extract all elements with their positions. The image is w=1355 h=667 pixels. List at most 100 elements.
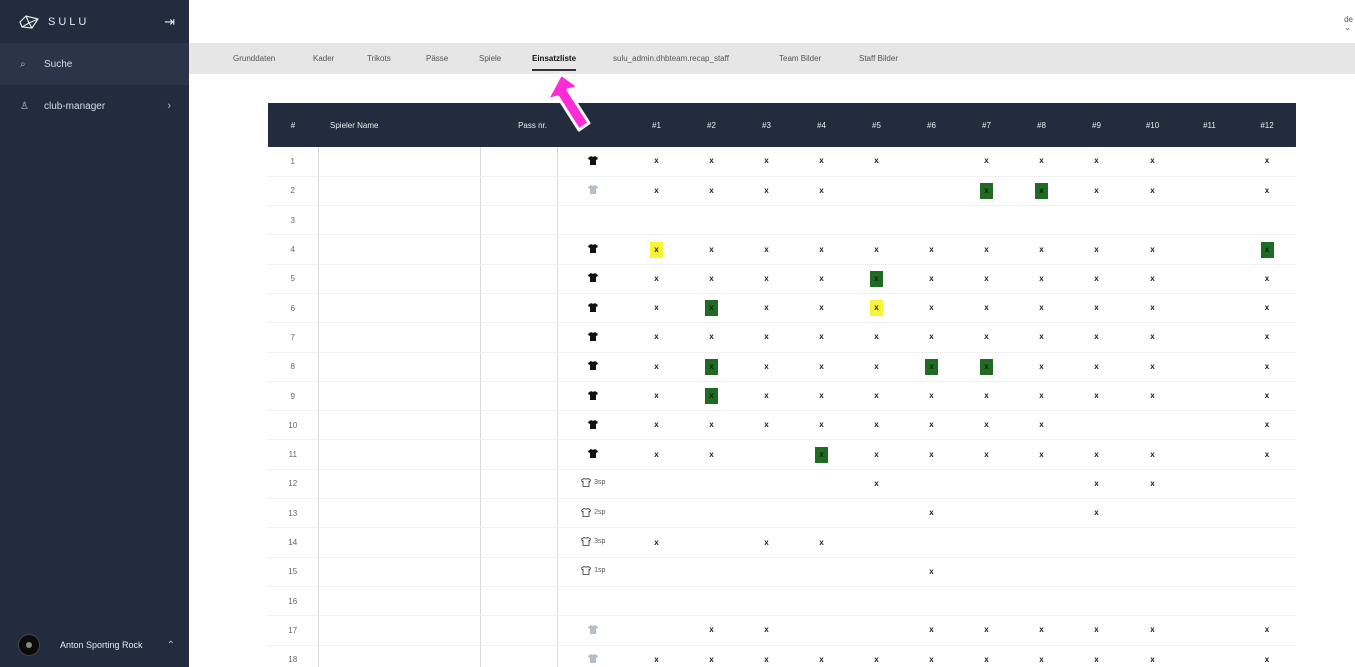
game-cell[interactable] xyxy=(739,557,794,587)
game-cell[interactable] xyxy=(1181,293,1238,324)
game-cell[interactable]: x xyxy=(1014,176,1069,207)
player-name-cell[interactable] xyxy=(317,645,481,667)
game-cell[interactable]: x xyxy=(959,264,1014,294)
game-cell[interactable]: x xyxy=(629,176,684,207)
game-cell[interactable]: x xyxy=(1238,176,1296,207)
pass-number-cell[interactable] xyxy=(480,176,558,207)
game-cell[interactable]: x xyxy=(684,645,739,667)
game-cell[interactable]: x xyxy=(849,439,904,470)
game-cell[interactable] xyxy=(904,147,959,177)
pass-number-cell[interactable] xyxy=(480,645,558,667)
game-cell[interactable] xyxy=(629,469,684,500)
player-name-cell[interactable] xyxy=(317,469,481,500)
game-cell[interactable]: x xyxy=(1014,439,1069,470)
game-cell[interactable] xyxy=(1181,322,1238,353)
user-menu[interactable]: Anton Sporting Rock ⌃ xyxy=(0,623,189,667)
game-cell[interactable] xyxy=(1181,615,1238,646)
game-cell[interactable] xyxy=(1181,205,1238,236)
player-name-cell[interactable] xyxy=(317,176,481,207)
game-cell[interactable]: x xyxy=(629,439,684,470)
game-cell[interactable]: x xyxy=(1014,147,1069,177)
game-cell[interactable]: x xyxy=(1124,469,1181,500)
game-cell[interactable] xyxy=(1181,498,1238,529)
game-cell[interactable] xyxy=(1181,352,1238,382)
game-cell[interactable] xyxy=(904,527,959,558)
game-cell[interactable] xyxy=(1124,586,1181,617)
pass-number-cell[interactable] xyxy=(480,322,558,353)
game-cell[interactable]: x xyxy=(1124,176,1181,207)
game-cell[interactable]: x xyxy=(629,147,684,177)
game-cell[interactable] xyxy=(1181,469,1238,500)
game-cell[interactable] xyxy=(794,586,849,617)
game-cell[interactable]: x xyxy=(904,322,959,353)
game-cell[interactable]: x xyxy=(1069,293,1124,324)
game-cell[interactable]: x xyxy=(959,293,1014,324)
game-cell[interactable]: x xyxy=(849,410,904,441)
game-cell[interactable]: x xyxy=(1238,439,1296,470)
game-cell[interactable]: x xyxy=(904,381,959,412)
game-cell[interactable]: x xyxy=(629,410,684,441)
pass-number-cell[interactable] xyxy=(480,352,558,382)
game-cell[interactable]: x xyxy=(1014,234,1069,265)
game-cell[interactable] xyxy=(684,586,739,617)
game-cell[interactable] xyxy=(849,557,904,587)
game-cell[interactable]: x xyxy=(739,234,794,265)
game-cell[interactable] xyxy=(1238,498,1296,529)
game-cell[interactable]: x xyxy=(849,645,904,667)
game-cell[interactable]: x xyxy=(1014,352,1069,382)
player-name-cell[interactable] xyxy=(317,264,481,294)
game-cell[interactable]: x xyxy=(1124,381,1181,412)
game-cell[interactable]: x xyxy=(629,264,684,294)
game-cell[interactable]: x xyxy=(794,352,849,382)
game-cell[interactable]: x xyxy=(959,439,1014,470)
game-cell[interactable] xyxy=(1069,557,1124,587)
tab-spiele[interactable]: Spiele xyxy=(479,44,501,74)
game-cell[interactable] xyxy=(794,469,849,500)
game-cell[interactable] xyxy=(959,469,1014,500)
game-cell[interactable]: x xyxy=(794,410,849,441)
game-cell[interactable]: x xyxy=(904,645,959,667)
player-name-cell[interactable] xyxy=(317,205,481,236)
game-cell[interactable] xyxy=(629,205,684,236)
game-cell[interactable] xyxy=(1181,645,1238,667)
pass-number-cell[interactable] xyxy=(480,586,558,617)
game-cell[interactable]: x xyxy=(794,322,849,353)
game-cell[interactable]: x xyxy=(904,352,959,382)
game-cell[interactable]: x xyxy=(1238,234,1296,265)
game-cell[interactable] xyxy=(1014,527,1069,558)
game-cell[interactable]: x xyxy=(1124,234,1181,265)
game-cell[interactable] xyxy=(1238,527,1296,558)
game-cell[interactable]: x xyxy=(1124,322,1181,353)
game-cell[interactable] xyxy=(794,498,849,529)
player-name-cell[interactable] xyxy=(317,352,481,382)
game-cell[interactable]: x xyxy=(1124,439,1181,470)
game-cell[interactable] xyxy=(1181,586,1238,617)
game-cell[interactable] xyxy=(684,205,739,236)
game-cell[interactable]: x xyxy=(1238,615,1296,646)
game-cell[interactable]: x xyxy=(1014,293,1069,324)
game-cell[interactable]: x xyxy=(1069,645,1124,667)
game-cell[interactable] xyxy=(684,527,739,558)
tab-team-bilder[interactable]: Team Bilder xyxy=(779,44,821,74)
game-cell[interactable] xyxy=(684,469,739,500)
game-cell[interactable]: x xyxy=(849,293,904,324)
player-name-cell[interactable] xyxy=(317,381,481,412)
game-cell[interactable]: x xyxy=(794,645,849,667)
game-cell[interactable]: x xyxy=(629,293,684,324)
game-cell[interactable] xyxy=(1181,147,1238,177)
game-cell[interactable] xyxy=(629,557,684,587)
game-cell[interactable]: x xyxy=(739,322,794,353)
game-cell[interactable] xyxy=(1181,439,1238,470)
game-cell[interactable]: x xyxy=(739,176,794,207)
game-cell[interactable]: x xyxy=(739,381,794,412)
player-name-cell[interactable] xyxy=(317,498,481,529)
tab-staff-bilder[interactable]: Staff Bilder xyxy=(859,44,898,74)
game-cell[interactable] xyxy=(1069,410,1124,441)
game-cell[interactable]: x xyxy=(1069,147,1124,177)
game-cell[interactable]: x xyxy=(904,498,959,529)
game-cell[interactable] xyxy=(794,205,849,236)
game-cell[interactable]: x xyxy=(959,615,1014,646)
game-cell[interactable]: x xyxy=(849,469,904,500)
game-cell[interactable]: x xyxy=(684,322,739,353)
pass-number-cell[interactable] xyxy=(480,469,558,500)
